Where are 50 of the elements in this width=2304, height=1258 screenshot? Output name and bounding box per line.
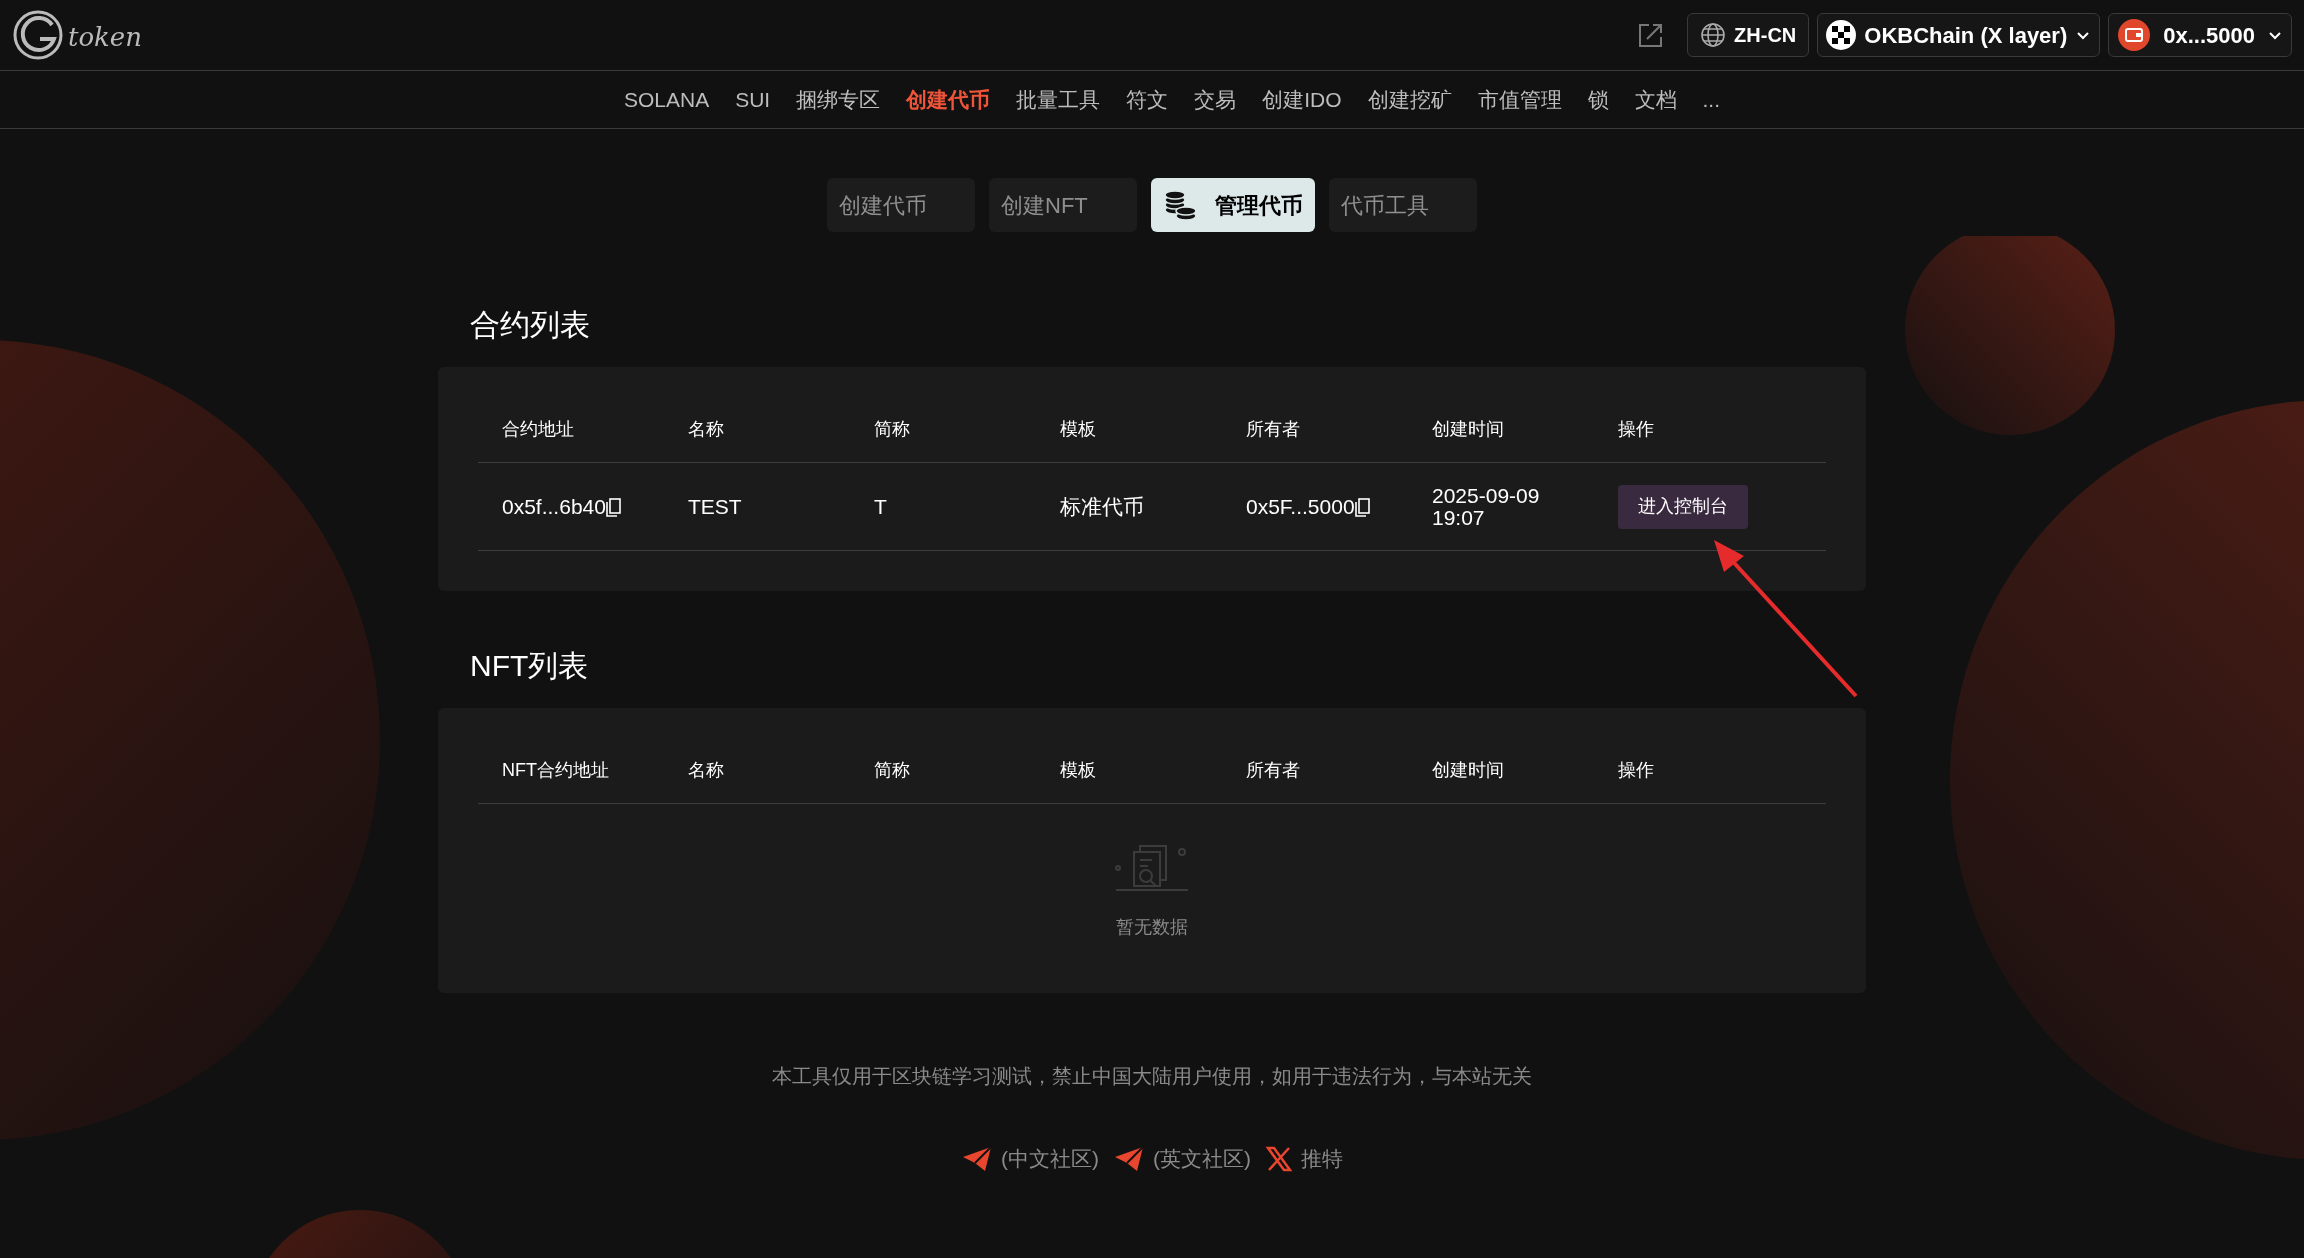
column-header: 模板	[1060, 759, 1097, 782]
community-link[interactable]: (英文社区)	[1113, 1143, 1251, 1175]
nav-link[interactable]: SUI	[735, 83, 771, 116]
sub-tab[interactable]: 创建NFT	[989, 178, 1137, 232]
column-header: 名称	[688, 418, 725, 441]
section-title: NFT列表	[470, 648, 590, 684]
logo[interactable]: token	[12, 9, 142, 61]
column-header: 创建时间	[1432, 418, 1505, 441]
console-button[interactable]: 进入控制台	[1618, 484, 1748, 529]
community-link[interactable]: (中文社区)	[961, 1143, 1099, 1175]
nav-link[interactable]: 创建挖矿	[1367, 83, 1452, 116]
nav-link[interactable]: 锁	[1587, 83, 1609, 116]
network-button[interactable]: OKBChain (X layer)	[1817, 13, 2101, 57]
table-cell-text: 0x5F...5000	[1246, 493, 1355, 520]
disclaimer-text: 本工具仅用于区块链学习测试，禁止中国大陆用户使用，如用于违法行为，与本站无关	[772, 1064, 1532, 1089]
column-header: 所有者	[1246, 759, 1301, 782]
nav-link[interactable]: 批量工具	[1016, 83, 1101, 116]
nav-link[interactable]: 交易	[1194, 83, 1237, 116]
nav-link[interactable]: SOLANA	[623, 83, 710, 116]
table-cell-text: 2025-09-09 19:07	[1432, 484, 1541, 529]
table-cell-text: T	[874, 493, 887, 520]
section-title: 合约列表	[470, 307, 591, 343]
sub-tab[interactable]: 代币工具	[1329, 178, 1477, 232]
community-link[interactable]: 推特	[1265, 1143, 1343, 1175]
logo-text: token	[68, 21, 142, 54]
column-header: 简称	[874, 418, 911, 441]
column-header: 创建时间	[1432, 759, 1505, 782]
nav-link[interactable]: ...	[1702, 83, 1721, 116]
column-header: 名称	[688, 759, 725, 782]
nav-link[interactable]: 市值管理	[1477, 83, 1562, 116]
column-header: 所有者	[1246, 418, 1301, 441]
column-header: 合约地址	[502, 418, 575, 441]
empty-text: 暂无数据	[1116, 916, 1188, 939]
column-header: 简称	[874, 759, 911, 782]
table-cell-text: TEST	[688, 493, 742, 520]
column-header: NFT合约地址	[502, 759, 610, 782]
wallet-button[interactable]: 0x...5000	[2108, 13, 2292, 57]
column-header: 操作	[1618, 759, 1655, 782]
column-header: 模板	[1060, 418, 1097, 441]
nav-link[interactable]: 捆绑专区	[796, 83, 881, 116]
table-cell-text: 0x5f...6b40	[502, 493, 606, 520]
table-cell-text: 标准代币	[1060, 493, 1144, 520]
sub-tab[interactable]: 管理代币	[1151, 178, 1315, 232]
language-button[interactable]: ZH-CN	[1687, 13, 1810, 57]
nav-link[interactable]: 文档	[1634, 83, 1677, 116]
nav-link[interactable]: 符文	[1126, 83, 1169, 116]
nav-link[interactable]: 创建代币	[906, 83, 991, 116]
nav-link[interactable]: 创建IDO	[1262, 83, 1342, 116]
column-header: 操作	[1618, 418, 1655, 441]
sub-tab[interactable]: 创建代币	[827, 178, 975, 232]
